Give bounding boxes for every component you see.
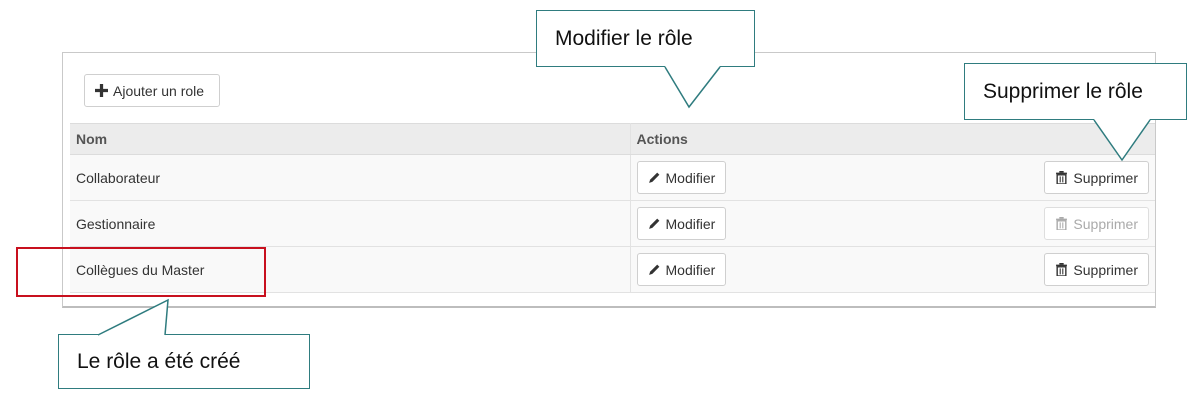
callout-role-created-pointer <box>97 298 169 336</box>
callout-pointers <box>97 66 1151 336</box>
callout-edit-role-pointer <box>664 66 721 109</box>
callout-delete-role-pointer <box>1093 119 1151 162</box>
